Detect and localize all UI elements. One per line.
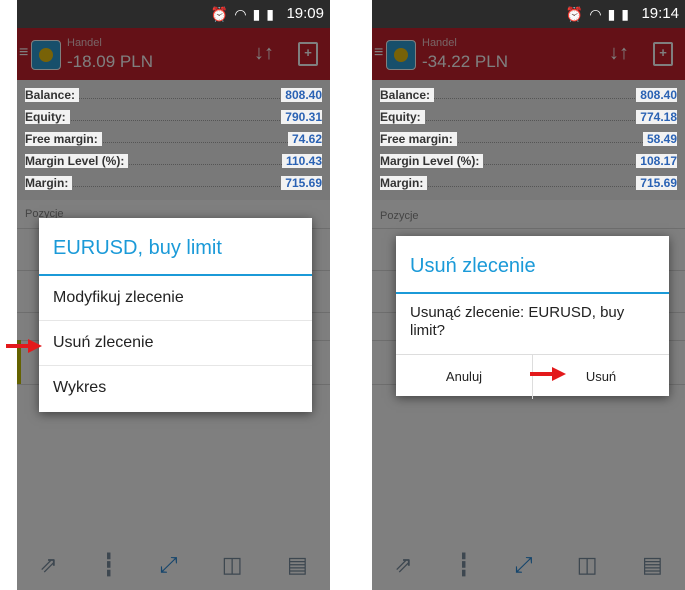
dialog-message: Usunąć zlecenie: EURUSD, buy limit? [410, 304, 625, 339]
summary-label: Margin Level (%): [25, 154, 129, 168]
right-phone-screen: ⏰ ◠ ▮ ▮ 19:14 ≡ Handel -34.22 PLN ↓↑ + B… [372, 0, 685, 590]
wifi-icon: ◠ [234, 6, 247, 22]
summary-value: 790.31 [281, 110, 322, 124]
summary-value: 715.69 [281, 176, 322, 190]
summary-label: Free margin: [25, 132, 102, 146]
modify-order-item[interactable]: Modyfikuj zlecenie [39, 276, 312, 321]
battery-icon: ▮ [266, 6, 274, 22]
status-time: 19:09 [286, 5, 324, 22]
dialog-title: EURUSD, buy limit [53, 237, 222, 259]
summary-value: 108.17 [636, 154, 677, 168]
dialog-title: Usuń zlecenie [410, 255, 536, 277]
alarm-icon: ⏰ [210, 6, 229, 22]
status-icons: ⏰ ◠ ▮ ▮ [211, 6, 274, 23]
pointer-arrow-icon [6, 339, 42, 353]
summary-label: Balance: [380, 88, 435, 102]
cancel-button[interactable]: Anuluj [396, 355, 532, 399]
alarm-icon: ⏰ [565, 6, 584, 22]
summary-value: 808.40 [636, 88, 677, 102]
summary-label: Margin Level (%): [380, 154, 484, 168]
delete-order-item[interactable]: Usuń zlecenie [39, 321, 312, 366]
summary-value: 58.49 [642, 132, 677, 146]
summary-value: 74.62 [287, 132, 322, 146]
summary-value: 110.43 [281, 154, 322, 168]
summary-label: Free margin: [380, 132, 457, 146]
summary-value: 774.18 [636, 110, 677, 124]
signal-icon: ▮ [252, 6, 261, 22]
summary-label: Margin: [25, 176, 73, 190]
wifi-icon: ◠ [589, 6, 602, 22]
pointer-arrow-icon [530, 367, 566, 381]
signal-icon: ▮ [607, 6, 616, 22]
summary-label: Margin: [380, 176, 428, 190]
status-bar: ⏰ ◠ ▮ ▮ 19:09 [17, 0, 330, 28]
battery-icon: ▮ [621, 6, 629, 22]
summary-label: Balance: [25, 88, 80, 102]
status-icons: ⏰ ◠ ▮ ▮ [566, 6, 629, 23]
status-bar: ⏰ ◠ ▮ ▮ 19:14 [372, 0, 685, 28]
status-time: 19:14 [641, 5, 679, 22]
order-options-dialog: EURUSD, buy limit Modyfikuj zlecenie Usu… [39, 218, 312, 412]
left-phone-screen: ⏰ ◠ ▮ ▮ 19:09 ≡ Handel -18.09 PLN ↓↑ + B… [17, 0, 330, 590]
summary-label: Equity: [25, 110, 70, 124]
chart-item[interactable]: Wykres [39, 366, 312, 410]
summary-value: 808.40 [281, 88, 322, 102]
summary-value: 715.69 [636, 176, 677, 190]
summary-label: Equity: [380, 110, 425, 124]
